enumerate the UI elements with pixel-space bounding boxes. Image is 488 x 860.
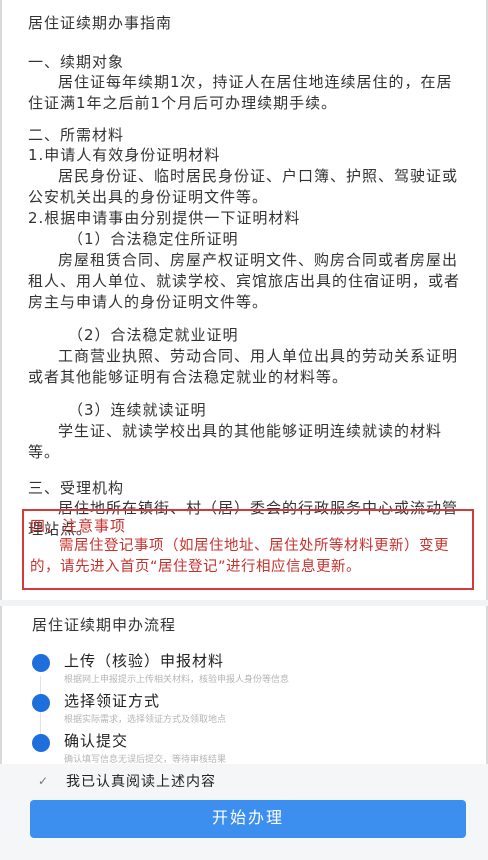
step-description: 根据网上申报提示上传相关材料，核验申报人身份等信息 bbox=[64, 675, 290, 685]
step-dot-icon bbox=[32, 694, 50, 712]
start-processing-button[interactable]: 开始办理 bbox=[30, 800, 466, 838]
page-title: 居住证续期办事指南 bbox=[28, 14, 173, 32]
sub-item-1-text: 房屋租赁合同、房屋产权证明文件、购房合同或者房屋出租人、用人单位、就读学校、宾馆… bbox=[28, 251, 461, 311]
sub-item-3-title: （3）连续就读证明 bbox=[68, 401, 207, 419]
notice-box: 四、注意事项 需居住登记事项（如居住地址、居住处所等材料更新）变更的，请先进入首… bbox=[22, 509, 474, 590]
flow-step: 上传（核验）申报材料 根据网上申报提示上传相关材料，核验申报人身份等信息 bbox=[30, 650, 460, 690]
section-2-item-2-title: 2.根据申请事由分别提供一下证明材料 bbox=[28, 209, 301, 227]
section-1-heading: 一、续期对象 bbox=[28, 53, 125, 71]
agree-label[interactable]: 我已认真阅读上述内容 bbox=[66, 771, 216, 791]
flow-steps: 上传（核验）申报材料 根据网上申报提示上传相关材料，核验申报人身份等信息 选择领… bbox=[30, 650, 460, 770]
step-dot-icon bbox=[32, 654, 50, 672]
step-label: 选择领证方式 bbox=[64, 692, 161, 710]
flow-title: 居住证续期申办流程 bbox=[32, 616, 177, 634]
guide-content: 居住证续期办事指南 一、续期对象 居住证每年续期1次，持证人在居住地连续居住的，… bbox=[28, 12, 468, 540]
section-3-heading: 三、受理机构 bbox=[28, 479, 125, 497]
section-1-text: 居住证每年续期1次，持证人在居住地连续居住的，在居住证满1年之后前1个月后可办理… bbox=[28, 73, 453, 112]
step-label: 确认提交 bbox=[64, 732, 129, 750]
notice-heading: 四、注意事项 bbox=[30, 517, 127, 535]
agree-checkbox[interactable]: ✓ bbox=[38, 774, 50, 788]
flow-step: 选择领证方式 根据实际需求，选择领证方式及领取地点 bbox=[30, 690, 460, 730]
sub-item-3-text: 学生证、就读学校出具的其他能够证明连续就读的材料等。 bbox=[28, 422, 443, 461]
notice-text: 需居住登记事项（如居住地址、居住处所等材料更新）变更的，请先进入首页“居住登记”… bbox=[30, 538, 449, 575]
step-label: 上传（核验）申报材料 bbox=[64, 652, 225, 670]
section-divider bbox=[0, 600, 488, 606]
section-2-item-1-title: 1.申请人有效身份证明材料 bbox=[28, 146, 221, 164]
section-2-item-1-text: 居民身份证、临时居民身份证、户口簿、护照、驾驶证或公安机关出具的身份证明文件等。 bbox=[28, 167, 459, 206]
sub-item-2-text: 工商营业执照、劳动合同、用人单位出具的劳动关系证明或者其他能够证明有合法稳定就业… bbox=[28, 347, 459, 386]
sub-item-2-title: （2）合法稳定就业证明 bbox=[68, 326, 239, 344]
sub-item-1-title: （1）合法稳定住所证明 bbox=[68, 230, 239, 248]
section-2-heading: 二、所需材料 bbox=[28, 126, 125, 144]
step-description: 根据实际需求，选择领证方式及领取地点 bbox=[64, 715, 227, 725]
step-dot-icon bbox=[32, 734, 50, 752]
